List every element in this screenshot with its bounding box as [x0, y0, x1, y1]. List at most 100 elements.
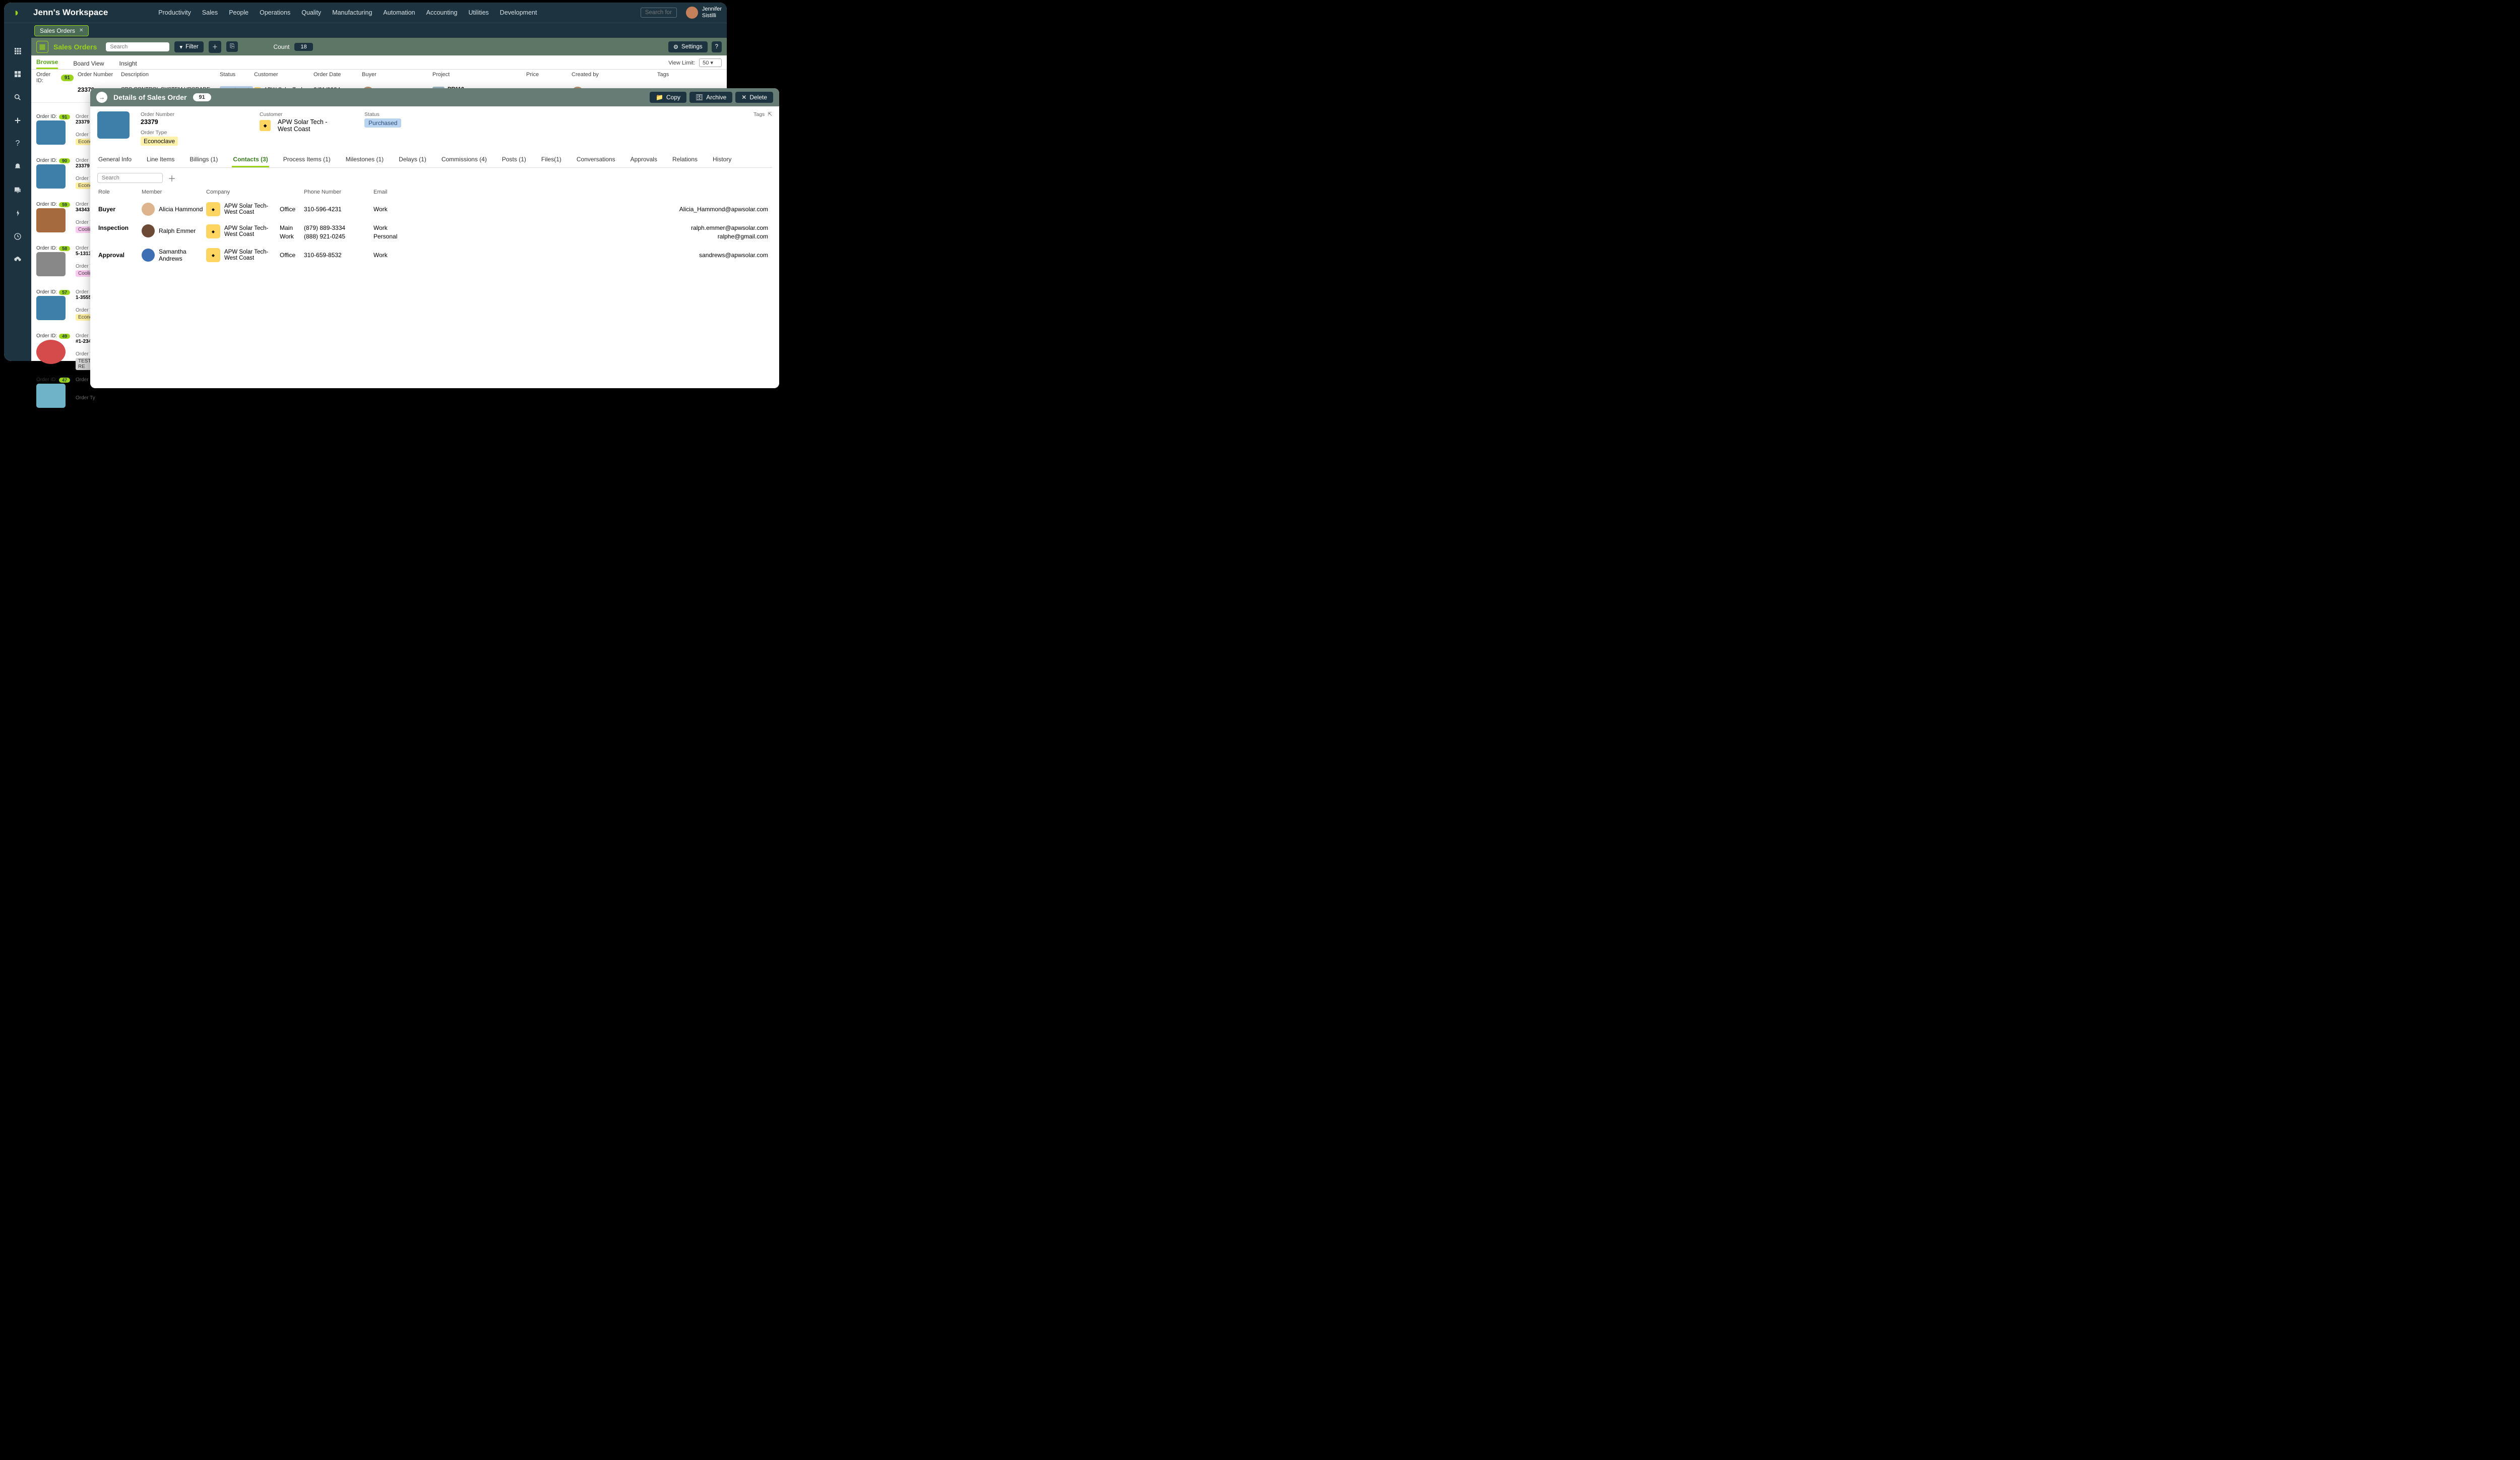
search-icon[interactable] [13, 92, 23, 102]
detail-tab[interactable]: Billings (1) [188, 153, 219, 167]
order-card[interactable]: Order ID:58 [36, 246, 73, 276]
order-thumb-icon [36, 164, 66, 189]
dashboard-icon[interactable] [13, 69, 23, 79]
order-card[interactable]: Order ID:47 [36, 377, 73, 408]
order-card[interactable]: Order ID:57 [36, 289, 73, 320]
copy-button[interactable]: 📁Copy [650, 92, 686, 103]
detail-tab[interactable]: Relations [671, 153, 699, 167]
app-search-input[interactable] [641, 8, 677, 18]
settings-button[interactable]: ⚙Settings [668, 41, 708, 52]
details-summary: Order Number23379 Order TypeEconoclave C… [97, 111, 772, 146]
filter-button[interactable]: ▾Filter [174, 41, 203, 52]
order-card[interactable]: Order ID:91 [36, 114, 73, 145]
close-tab-icon[interactable]: ✕ [79, 28, 83, 33]
nav-utilities[interactable]: Utilities [469, 9, 489, 16]
help-icon[interactable]: ? [13, 139, 23, 149]
nav-sales[interactable]: Sales [202, 9, 218, 16]
order-thumb-icon [36, 208, 66, 232]
contact-row[interactable]: Buyer Alicia Hammond ◆APW Solar Tech-Wes… [97, 198, 772, 220]
company-logo-icon: ◆ [206, 248, 220, 262]
help-button[interactable]: ? [712, 41, 722, 52]
company-logo-icon: ◆ [206, 224, 220, 238]
add-contact-button[interactable]: ＋ [168, 172, 176, 184]
order-thumb-icon [36, 296, 66, 320]
order-thumb-icon [36, 252, 66, 276]
workspace-title: Jenn's Workspace [33, 8, 108, 18]
details-panel: → Details of Sales Order 91 📁Copy 🗄Archi… [90, 88, 779, 388]
user-menu[interactable]: JenniferSistilli [686, 6, 722, 19]
back-button[interactable]: → [96, 92, 107, 103]
details-thumb-icon [97, 111, 130, 139]
sales-orders-toolbar: ▦ Sales Orders ▾Filter ＋ ⎘ Count 18 ⚙Set… [31, 38, 727, 55]
contact-row[interactable]: Approval Samantha Andrews ◆APW Solar Tec… [97, 244, 772, 266]
member-avatar-icon [142, 249, 155, 262]
left-rail: ? [4, 38, 31, 361]
detail-tab[interactable]: Milestones (1) [345, 153, 385, 167]
delete-button[interactable]: ✕Delete [735, 92, 773, 103]
activity-icon[interactable] [13, 208, 23, 218]
history-icon[interactable] [13, 231, 23, 241]
contact-row[interactable]: Inspection Ralph Emmer ◆APW Solar Tech-W… [97, 220, 772, 244]
detail-tab[interactable]: Posts (1) [501, 153, 527, 167]
add-record-button[interactable]: ＋ [209, 41, 222, 53]
sales-orders-icon: ▦ [36, 41, 48, 53]
archive-icon: 🗄 [696, 94, 703, 101]
detail-tab[interactable]: Process Items (1) [282, 153, 332, 167]
close-icon: ✕ [741, 94, 746, 101]
order-card[interactable]: Order ID:49 [36, 333, 73, 364]
details-tags: Tags⇱ [753, 111, 772, 146]
chat-icon[interactable] [13, 185, 23, 195]
clipboard-button[interactable]: ⎘ [226, 41, 238, 52]
nav-manufacturing[interactable]: Manufacturing [332, 9, 372, 16]
view-browse[interactable]: Browse [36, 58, 58, 69]
view-board[interactable]: Board View [73, 60, 104, 69]
contacts-search-input[interactable] [97, 173, 163, 183]
contacts-table: Role Member Company Phone Number Email B… [97, 186, 772, 266]
details-header: → Details of Sales Order 91 📁Copy 🗄Archi… [90, 88, 779, 106]
member-avatar-icon [142, 224, 155, 237]
nav-operations[interactable]: Operations [260, 9, 290, 16]
records-search-input[interactable] [106, 42, 169, 51]
folder-icon: 📁 [656, 94, 663, 101]
details-id-badge: 91 [193, 93, 211, 101]
details-tabs: General Info Line Items Billings (1) Contac… [97, 153, 772, 168]
detail-tab[interactable]: Delays (1) [398, 153, 427, 167]
nav-automation[interactable]: Automation [383, 9, 415, 16]
detail-tab[interactable]: Commissions (4) [440, 153, 488, 167]
nav-productivity[interactable]: Productivity [158, 9, 191, 16]
upload-cloud-icon[interactable] [13, 255, 23, 265]
nav-development[interactable]: Development [500, 9, 537, 16]
nav-accounting[interactable]: Accounting [426, 9, 458, 16]
apps-grid-icon[interactable] [13, 46, 23, 56]
user-name: JenniferSistilli [702, 6, 722, 19]
detail-tab[interactable]: Line Items [146, 153, 175, 167]
add-icon[interactable] [13, 115, 23, 126]
tabstrip: Sales Orders ✕ [4, 23, 727, 38]
detail-tab[interactable]: Files(1) [540, 153, 562, 167]
nav-people[interactable]: People [229, 9, 248, 16]
order-card[interactable]: Order ID:59 [36, 202, 73, 232]
sales-orders-title: Sales Orders [53, 43, 97, 51]
gear-icon: ⚙ [673, 43, 678, 50]
notifications-icon[interactable] [13, 162, 23, 172]
order-thumb-icon [36, 384, 66, 408]
order-card[interactable]: Order ID:90 [36, 158, 73, 189]
detail-tab[interactable]: Approvals [629, 153, 658, 167]
count-value: 18 [294, 43, 312, 51]
detail-tab[interactable]: History [712, 153, 732, 167]
details-title: Details of Sales Order [113, 93, 187, 101]
detail-tab[interactable]: Conversations [576, 153, 616, 167]
company-logo-icon: ◆ [206, 202, 220, 216]
table-header: Order ID:91 Order Number Description Sta… [31, 70, 727, 85]
detail-tab[interactable]: General Info [97, 153, 133, 167]
nav-quality[interactable]: Quality [301, 9, 321, 16]
view-limit-select[interactable]: 50 ▾ [699, 58, 722, 67]
archive-button[interactable]: 🗄Archive [689, 92, 732, 103]
tab-sales-orders[interactable]: Sales Orders ✕ [34, 25, 89, 36]
filter-icon: ▾ [179, 43, 182, 50]
order-thumb-icon [36, 340, 66, 364]
external-link-icon[interactable]: ⇱ [768, 111, 772, 146]
orderid-badge: 91 [61, 75, 74, 81]
view-insight[interactable]: Insight [119, 60, 137, 69]
detail-tab[interactable]: Contacts (3) [232, 153, 269, 167]
